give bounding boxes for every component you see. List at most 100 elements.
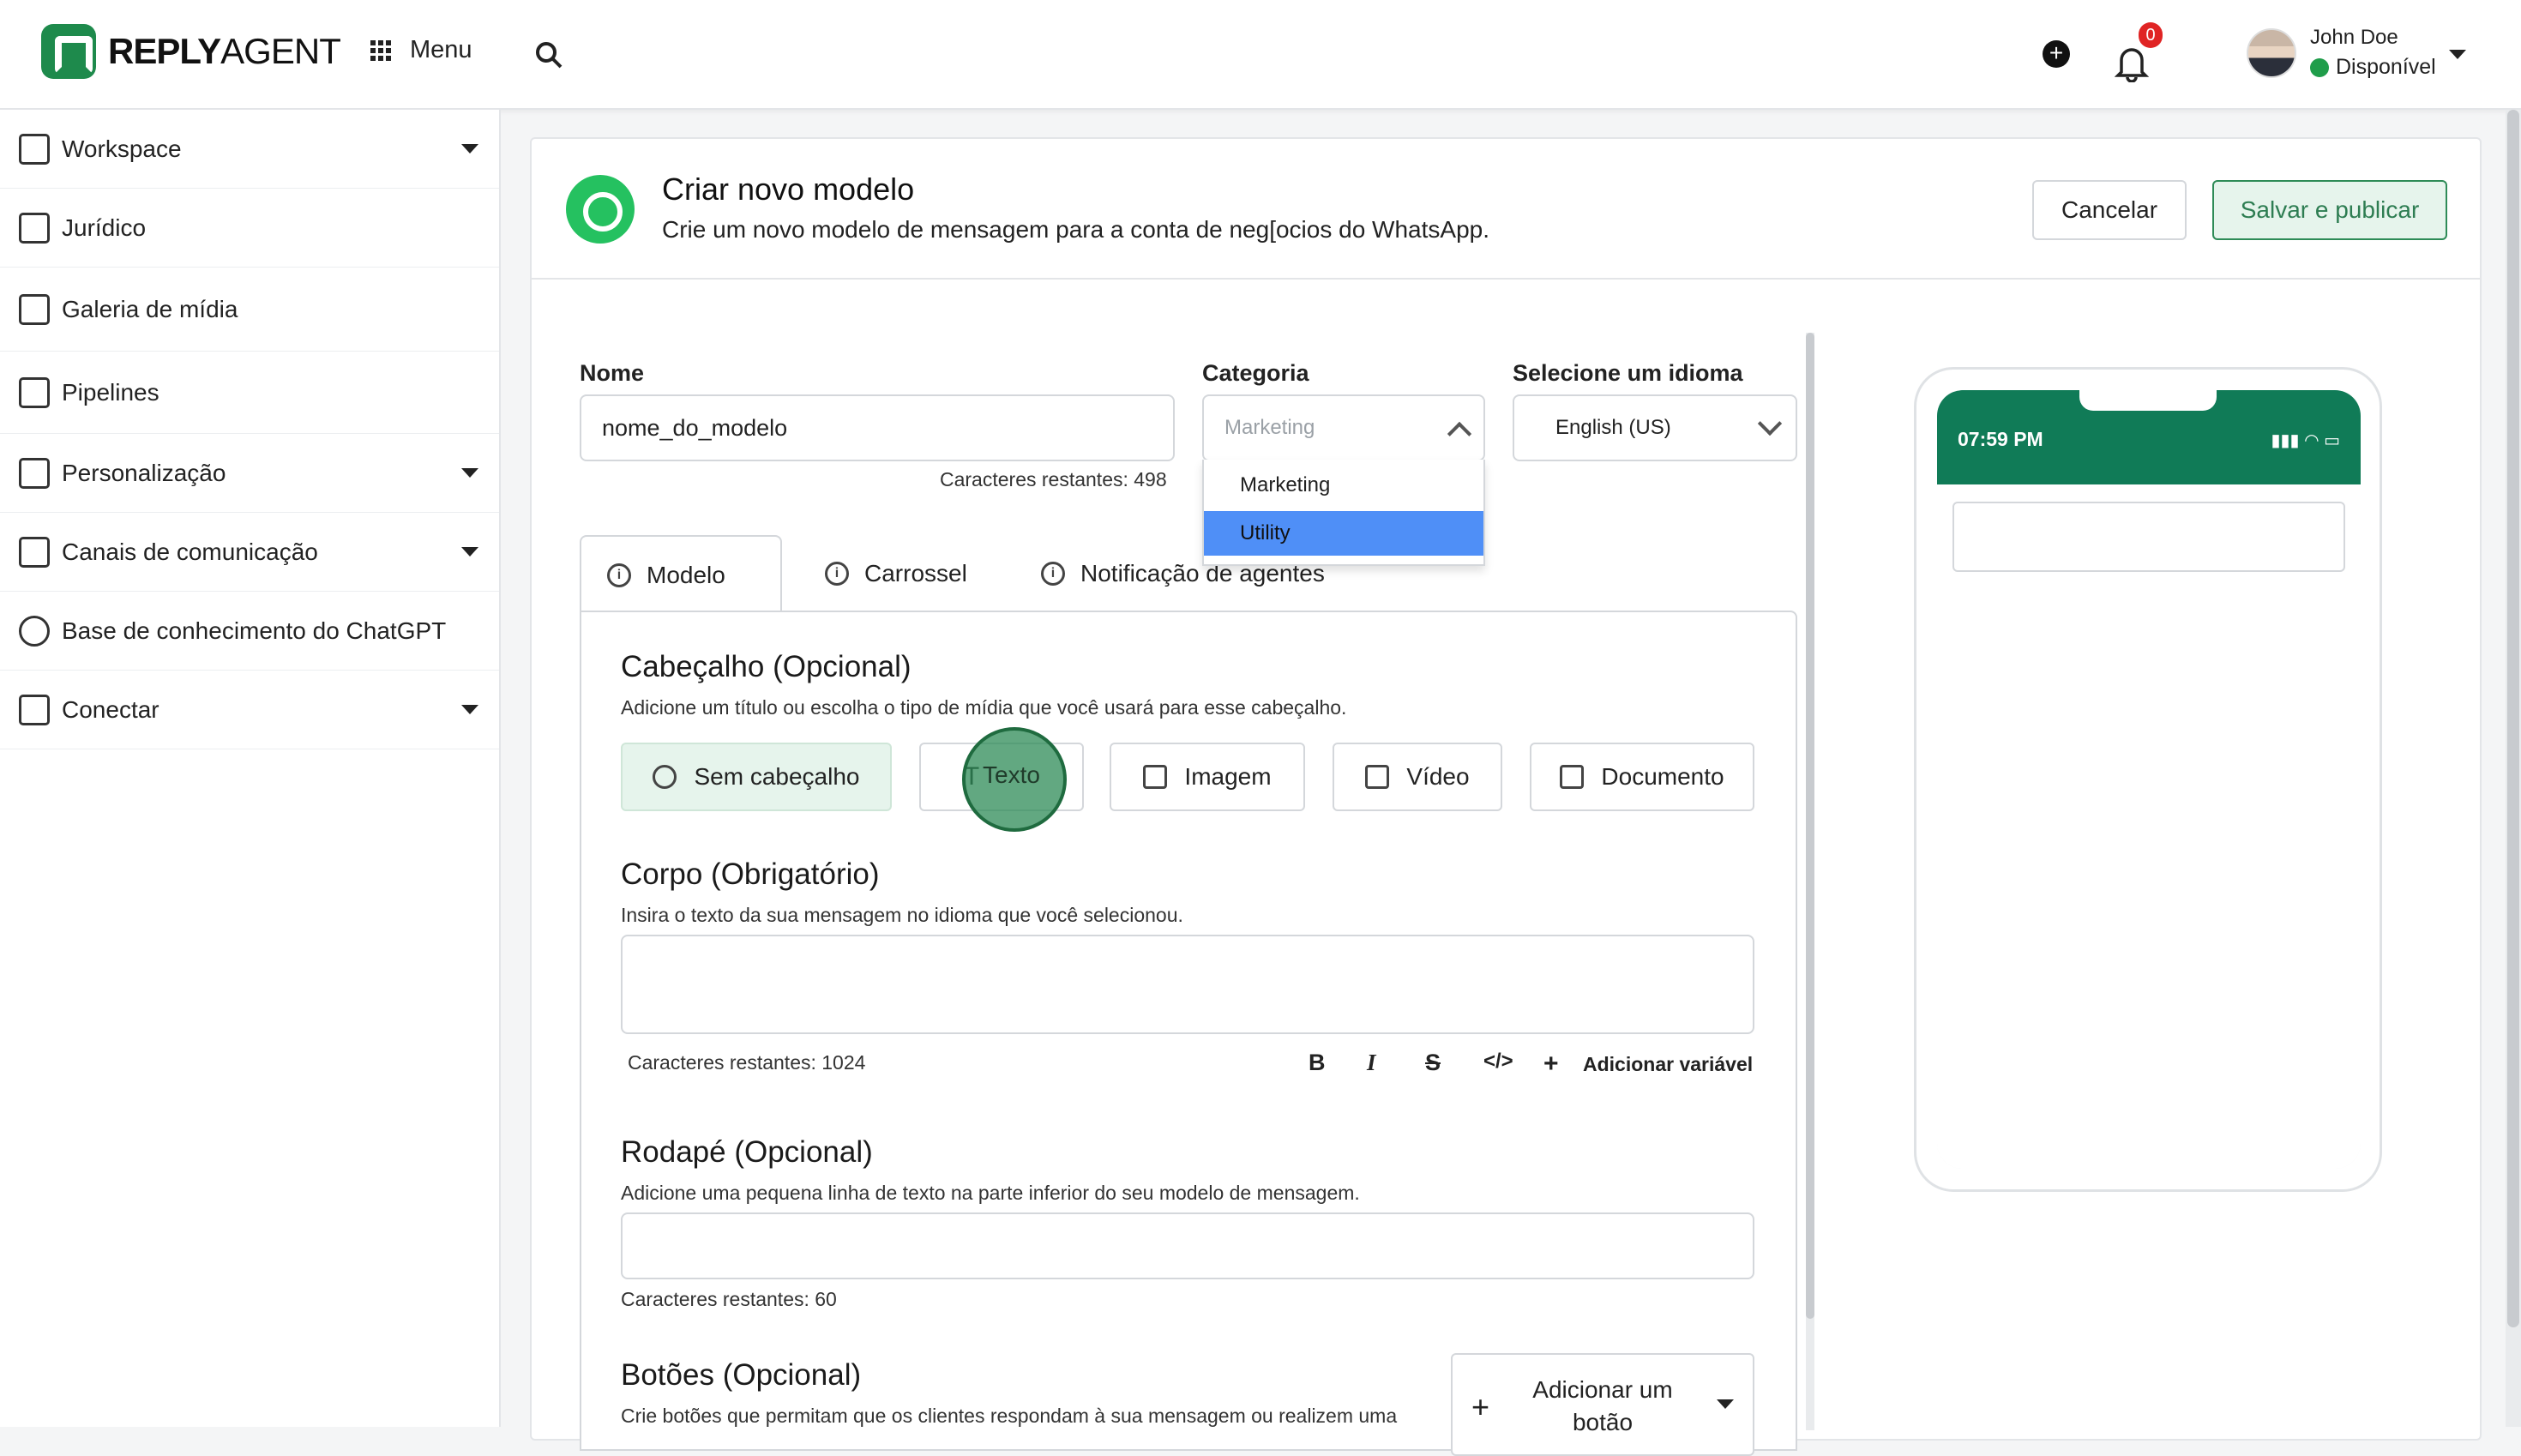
text-header-label: Texto (983, 761, 1040, 788)
openai-icon (19, 615, 50, 647)
scale-icon (19, 212, 50, 244)
category-dropdown: Marketing Utility (1202, 460, 1485, 566)
plug-icon (19, 694, 50, 725)
video-header-button[interactable]: Vídeo (1333, 743, 1502, 811)
language-label: Selecione um idioma (1513, 360, 1743, 386)
chevron-down-icon (461, 468, 478, 478)
italic-icon[interactable]: I (1367, 1050, 1376, 1076)
name-remaining: Caracteres restantes: 498 (940, 468, 1167, 490)
chat-icon (19, 536, 50, 568)
add-button-label: Adicionar um botão (1532, 1376, 1673, 1435)
language-select[interactable]: English (US) (1513, 394, 1797, 461)
buttons-section-title: Botões (Opcional) (621, 1358, 862, 1392)
page-subtitle: Crie um novo modelo de mensagem para a c… (662, 216, 1490, 243)
workspace-icon (19, 133, 50, 165)
name-label: Nome (580, 360, 645, 386)
save-publish-button[interactable]: Salvar e publicar (2212, 180, 2447, 240)
phone-notch (2079, 390, 2217, 411)
chevron-down-icon (461, 547, 478, 557)
footer-section-desc: Adicione uma pequena linha de texto na p… (621, 1182, 1360, 1204)
user-status: Disponível (2310, 55, 2436, 80)
header-section-desc: Adicione um título ou escolha o tipo de … (621, 696, 1347, 719)
document-header-button[interactable]: Documento (1530, 743, 1754, 811)
add-button-dropdown[interactable]: + Adicionar um botão (1451, 1353, 1754, 1456)
info-icon: i (825, 562, 849, 586)
info-icon: i (607, 563, 631, 587)
phone-screen: 07:59 PM ▮▮▮ ◠ ▭ (1937, 390, 2361, 1169)
whatsapp-icon (566, 175, 635, 244)
image-header-button[interactable]: Imagem (1110, 743, 1305, 811)
user-menu[interactable]: John Doe Disponível (2247, 26, 2436, 80)
page-title: Criar novo modelo (662, 171, 915, 207)
phone-time: 07:59 PM (1958, 428, 2043, 450)
sidebar-item-chatgpt[interactable]: Base de conhecimento do ChatGPT (0, 592, 499, 671)
sidebar-item-conectar[interactable]: Conectar (0, 671, 499, 749)
menu-label: Menu (410, 36, 472, 63)
gallery-icon (19, 293, 50, 325)
chevron-down-icon (1717, 1399, 1734, 1409)
status-dot-icon (2310, 57, 2329, 77)
info-icon: i (1041, 562, 1065, 586)
top-bar: REPLYAGENT Menu + 0 John Doe Disponível (0, 0, 2521, 110)
add-variable-button[interactable]: Adicionar variável (1583, 1053, 1753, 1076)
video-icon (1365, 765, 1390, 789)
sidebar-item-galeria[interactable]: Galeria de mídia (0, 268, 499, 352)
footer-input[interactable] (621, 1212, 1754, 1279)
tab-bar: i Modelo i Carrossel i Notificação de agent… (580, 535, 1797, 614)
body-section-desc: Insira o texto da sua mensagem no idioma… (621, 904, 1183, 926)
ban-icon (653, 765, 677, 789)
tab-modelo[interactable]: i Modelo (580, 535, 782, 614)
pipeline-icon (19, 376, 50, 408)
name-input[interactable]: nome_do_modelo (580, 394, 1175, 461)
category-option-marketing[interactable]: Marketing (1204, 463, 1483, 508)
category-option-utility[interactable]: Utility (1204, 511, 1483, 556)
card-header: Criar novo modelo Crie um novo modelo de… (532, 139, 2480, 280)
search-icon[interactable] (533, 39, 564, 70)
phone-preview: 07:59 PM ▮▮▮ ◠ ▭ (1914, 367, 2382, 1192)
sidebar-item-juridico[interactable]: Jurídico (0, 189, 499, 268)
chevron-down-icon (461, 705, 478, 714)
phone-header: 07:59 PM ▮▮▮ ◠ ▭ (1937, 390, 2361, 484)
page-scrollbar[interactable] (2506, 110, 2521, 1427)
body-section-title: Corpo (Obrigatório) (621, 857, 880, 891)
signal-wifi-battery-icon: ▮▮▮ ◠ ▭ (2271, 431, 2340, 450)
user-name: John Doe (2310, 26, 2398, 49)
plus-icon: + (1471, 1389, 1490, 1424)
body-textarea[interactable] (621, 935, 1754, 1034)
tab-carrossel[interactable]: i Carrossel (799, 535, 993, 612)
cancel-button[interactable]: Cancelar (2032, 180, 2187, 240)
buttons-section-desc: Crie botões que permitam que os clientes… (621, 1405, 1398, 1427)
add-circle-icon[interactable]: + (2043, 40, 2070, 68)
message-preview-bubble (1952, 502, 2345, 572)
strikethrough-icon[interactable]: S (1425, 1050, 1441, 1076)
bold-icon[interactable]: B (1309, 1050, 1326, 1076)
no-header-button[interactable]: Sem cabeçalho (621, 743, 892, 811)
palette-icon (19, 457, 50, 489)
category-select[interactable]: Marketing (1202, 394, 1485, 461)
sidebar: Workspace Jurídico Galeria de mídia Pipe… (0, 110, 501, 1427)
document-icon (1560, 765, 1585, 789)
avatar (2247, 27, 2296, 78)
plus-icon[interactable]: + (1543, 1050, 1559, 1079)
header-section-title: Cabeçalho (Opcional) (621, 650, 912, 683)
footer-section-title: Rodapé (Opcional) (621, 1135, 873, 1169)
footer-remaining: Caracteres restantes: 60 (621, 1288, 837, 1310)
sidebar-item-canais[interactable]: Canais de comunicação (0, 513, 499, 592)
category-label: Categoria (1202, 360, 1309, 386)
form-scrollbar[interactable] (1806, 333, 1814, 1430)
sidebar-item-workspace[interactable]: Workspace (0, 110, 499, 189)
notification-badge: 0 (2139, 22, 2163, 48)
app-logo[interactable]: REPLYAGENT (41, 24, 341, 79)
sidebar-item-personalizacao[interactable]: Personalização (0, 434, 499, 513)
phone-body (1937, 484, 2361, 1169)
bell-icon[interactable] (2115, 43, 2149, 82)
logo-icon (41, 24, 96, 79)
code-icon[interactable]: </> (1483, 1050, 1513, 1074)
sidebar-item-pipelines[interactable]: Pipelines (0, 352, 499, 434)
image-icon (1143, 765, 1168, 789)
chevron-down-icon (461, 144, 478, 153)
chevron-down-icon[interactable] (2449, 50, 2466, 59)
logo-text: REPLYAGENT (108, 31, 341, 71)
menu-button[interactable]: Menu (370, 36, 472, 64)
grid-icon (370, 39, 391, 61)
